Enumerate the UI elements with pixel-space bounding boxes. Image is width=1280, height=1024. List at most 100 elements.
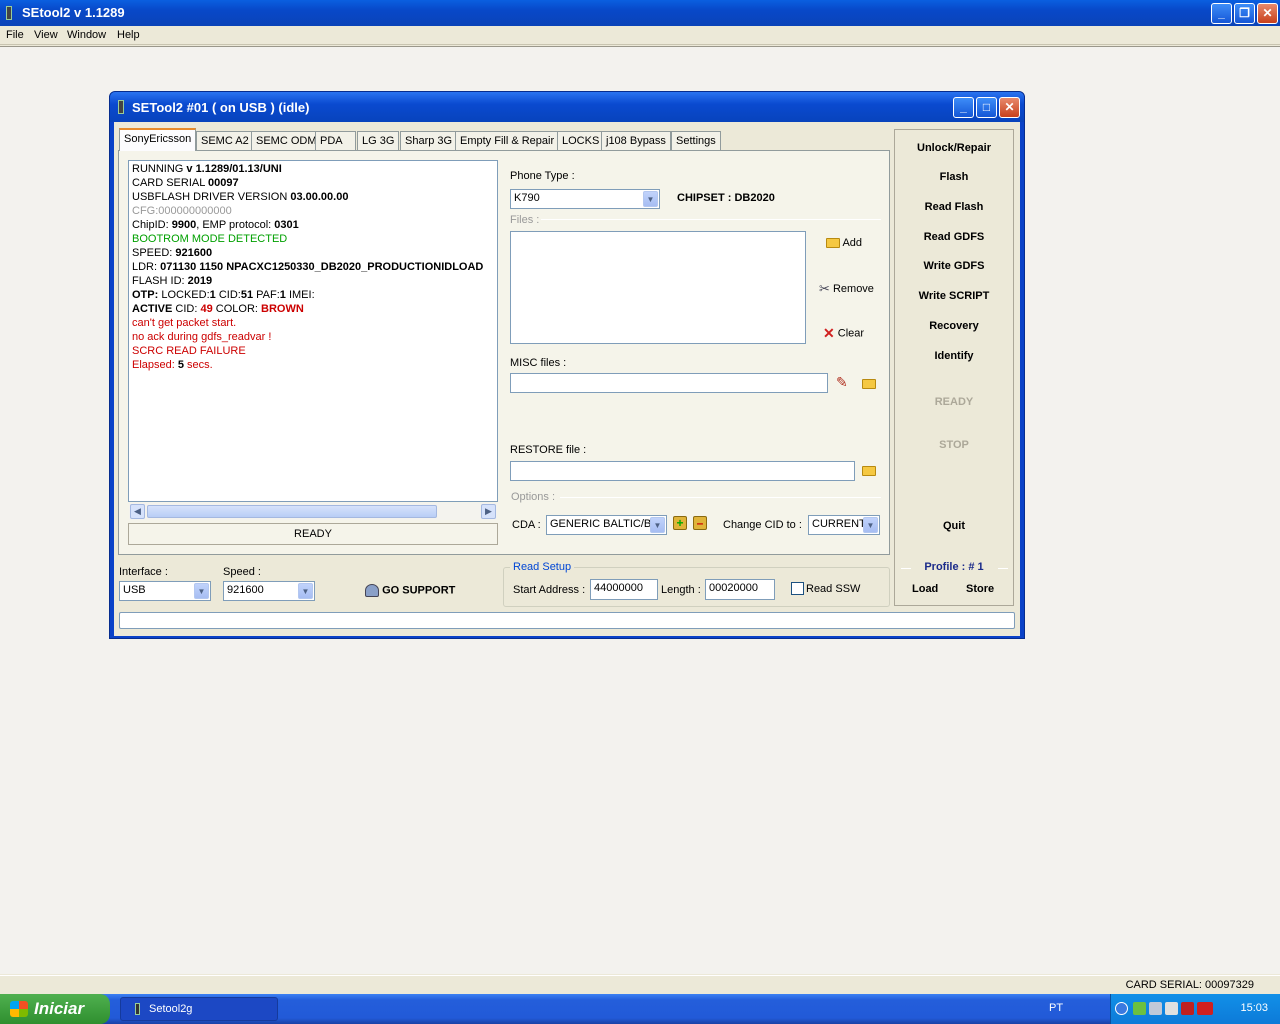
interface-label: Interface : <box>119 566 168 578</box>
chevron-down-icon: ▼ <box>650 517 665 533</box>
antivirus-icon[interactable] <box>1181 1002 1194 1015</box>
recovery-button[interactable]: Recovery <box>895 320 1013 332</box>
log-line: ACTIVE CID: 49 COLOR: BROWN <box>132 303 304 315</box>
misc-folder-icon[interactable] <box>862 379 876 389</box>
log-line: FLASH ID: 2019 <box>132 275 213 287</box>
change-cid-select[interactable]: CURRENT ▼ <box>808 515 880 535</box>
ready-button[interactable]: READY <box>895 396 1013 408</box>
menu-window[interactable]: Window <box>67 29 106 41</box>
scissors-icon: ✂ <box>819 281 830 296</box>
volume-icon[interactable] <box>1165 1002 1178 1015</box>
child-title-bar: SETool2 #01 ( on USB ) (idle) _ □ ✕ <box>110 92 1024 122</box>
write-gdfs-button[interactable]: Write GDFS <box>895 260 1013 272</box>
log-line: CFG:000000000000 <box>132 205 232 217</box>
identify-button[interactable]: Identify <box>895 350 1013 362</box>
log-line: can't get packet start. <box>132 317 237 329</box>
restore-file-input[interactable] <box>510 461 855 481</box>
taskbar-item-setool2g[interactable]: Setool2g <box>120 997 278 1021</box>
log-line: SPEED: 921600 <box>132 247 213 259</box>
child-close-button[interactable]: ✕ <box>999 97 1020 118</box>
read-ssw-checkbox[interactable] <box>791 582 804 595</box>
log-output[interactable]: RUNNING v 1.1289/01.13/UNI CARD SERIAL 0… <box>128 160 498 502</box>
files-label: Files : <box>510 214 540 226</box>
misc-files-input[interactable] <box>510 373 828 393</box>
tab-semc-a2[interactable]: SEMC A2 <box>196 131 254 150</box>
unlock-repair-button[interactable]: Unlock/Repair <box>895 142 1013 154</box>
speed-select[interactable]: 921600 ▼ <box>223 581 315 601</box>
load-button[interactable]: Load <box>912 583 938 595</box>
network-icon[interactable] <box>1133 1002 1146 1015</box>
tab-pda[interactable]: PDA <box>315 131 356 150</box>
tab-lg-3g[interactable]: LG 3G <box>357 131 400 150</box>
tab-locks[interactable]: LOCKS <box>557 131 605 150</box>
add-button[interactable]: Add <box>826 237 862 249</box>
minimize-button[interactable]: _ <box>1211 3 1232 24</box>
interface-select[interactable]: USB ▼ <box>119 581 211 601</box>
log-status-label: READY <box>128 523 498 545</box>
child-minimize-button[interactable]: _ <box>953 97 974 118</box>
menu-help[interactable]: Help <box>117 29 140 41</box>
length-input[interactable]: 00020000 <box>705 579 775 600</box>
red-x-icon: ✕ <box>823 325 835 341</box>
cda-label: CDA : <box>512 519 541 531</box>
restore-button[interactable]: ❐ <box>1234 3 1255 24</box>
quit-button[interactable]: Quit <box>895 520 1013 532</box>
scroll-right-icon[interactable]: ▶ <box>481 504 496 519</box>
ati-icon[interactable] <box>1197 1002 1213 1015</box>
pencil-icon[interactable]: ✎ <box>836 374 848 391</box>
tab-sharp-3g[interactable]: Sharp 3G <box>400 131 458 150</box>
main-title-bar: SEtool2 v 1.1289 _ ❐ ✕ <box>0 0 1280 26</box>
read-flash-button[interactable]: Read Flash <box>895 201 1013 213</box>
tray-expand-icon[interactable] <box>1115 1002 1128 1015</box>
language-indicator[interactable]: PT <box>1049 1002 1063 1014</box>
setool-task-icon <box>135 1003 140 1015</box>
main-window-title: SEtool2 v 1.1289 <box>22 5 125 20</box>
read-gdfs-button[interactable]: Read GDFS <box>895 231 1013 243</box>
progress-bar <box>119 612 1015 629</box>
write-script-button[interactable]: Write SCRIPT <box>895 290 1013 302</box>
card-serial-status: CARD SERIAL: 00097329 <box>1125 979 1254 991</box>
scroll-thumb[interactable] <box>147 505 437 518</box>
restore-file-label: RESTORE file : <box>510 444 587 456</box>
remove-cda-icon[interactable]: – <box>693 516 707 530</box>
taskbar: Iniciar Setool2g PT 15:03 <box>0 994 1280 1024</box>
log-line: ChipID: 9900, EMP protocol: 0301 <box>132 219 299 231</box>
tab-j108-bypass[interactable]: j108 Bypass <box>601 131 671 150</box>
close-button[interactable]: ✕ <box>1257 3 1278 24</box>
start-address-input[interactable]: 44000000 <box>590 579 658 600</box>
tab-sonyericsson[interactable]: SonyEricsson <box>119 128 197 151</box>
cda-select[interactable]: GENERIC BALTIC/BA ▼ <box>546 515 667 535</box>
flash-button[interactable]: Flash <box>895 171 1013 183</box>
scroll-left-icon[interactable]: ◀ <box>130 504 145 519</box>
go-support-button[interactable]: GO SUPPORT <box>365 584 455 597</box>
chevron-down-icon: ▼ <box>194 583 209 599</box>
store-button[interactable]: Store <box>966 583 994 595</box>
restore-folder-icon[interactable] <box>862 466 876 476</box>
read-ssw-label: Read SSW <box>806 583 861 595</box>
log-horizontal-scrollbar[interactable]: ◀ ▶ <box>129 503 497 520</box>
clear-button[interactable]: ✕ Clear <box>823 325 864 342</box>
folder-open-icon <box>826 238 840 249</box>
read-setup-label: Read Setup <box>510 561 575 573</box>
log-line: RUNNING v 1.1289/01.13/UNI <box>132 163 282 175</box>
add-cda-icon[interactable]: + <box>673 516 687 530</box>
options-label: Options : <box>511 491 556 503</box>
remove-button[interactable]: ✂ Remove <box>819 281 874 297</box>
menu-file[interactable]: File <box>6 29 24 41</box>
monitor-icon[interactable] <box>1149 1002 1162 1015</box>
tab-empty-fill-repair[interactable]: Empty Fill & Repair <box>455 131 560 150</box>
speed-label: Speed : <box>223 566 261 578</box>
clock: 15:03 <box>1240 1002 1268 1014</box>
tab-settings[interactable]: Settings <box>671 131 721 150</box>
chevron-down-icon: ▼ <box>643 191 658 207</box>
files-list[interactable] <box>510 231 806 344</box>
log-line: Elapsed: 5 secs. <box>132 359 213 371</box>
phone-type-select[interactable]: K790 ▼ <box>510 189 660 209</box>
start-button[interactable]: Iniciar <box>0 994 110 1024</box>
phone-type-label: Phone Type : <box>510 170 575 182</box>
tab-semc-odm[interactable]: SEMC ODM <box>251 131 322 150</box>
log-line: BOOTROM MODE DETECTED <box>132 233 288 245</box>
stop-button[interactable]: STOP <box>895 439 1013 451</box>
child-maximize-button[interactable]: □ <box>976 97 997 118</box>
menu-view[interactable]: View <box>34 29 58 41</box>
